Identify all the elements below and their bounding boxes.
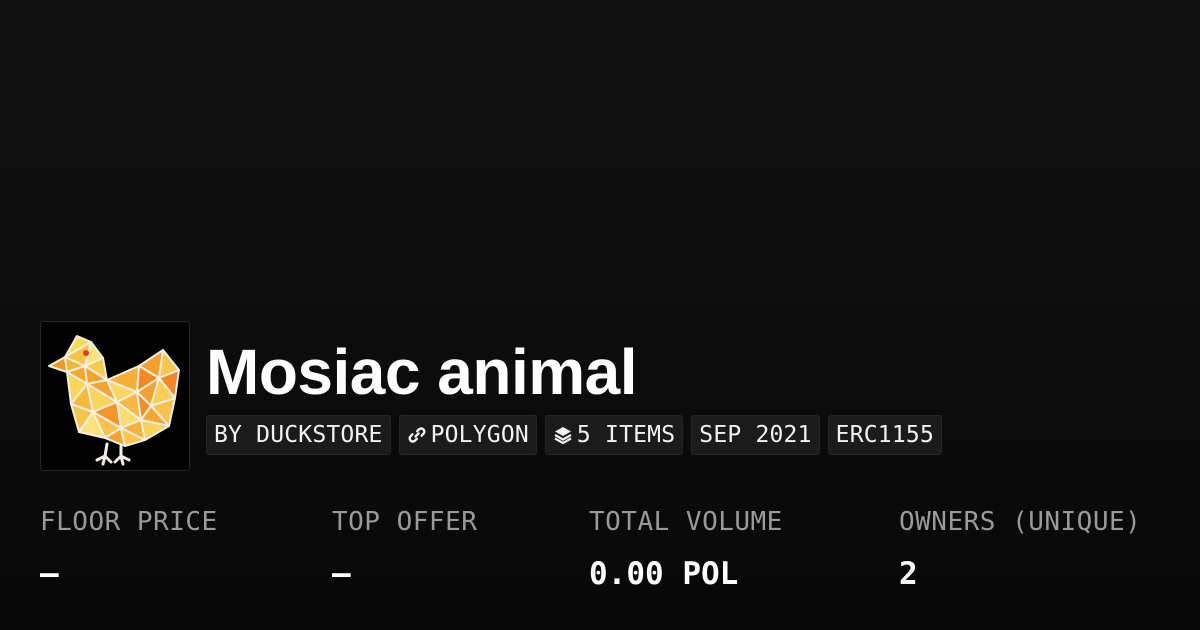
- chain-tag[interactable]: POLYGON: [398, 415, 537, 455]
- items-tag-label: 5 ITEMS: [576, 422, 676, 448]
- standard-tag-label: ERC1155: [835, 422, 934, 448]
- date-tag: SEP 2021: [691, 415, 820, 455]
- chain-tag-label: POLYGON: [430, 422, 529, 448]
- owners-stat: OWNERS (UNIQUE) 2: [899, 504, 1141, 594]
- items-tag[interactable]: 5 ITEMS: [544, 415, 684, 455]
- top-offer-stat: TOP OFFER –: [332, 504, 477, 594]
- floor-price-value: –: [40, 556, 59, 592]
- floor-price-label: FLOOR PRICE: [40, 507, 218, 537]
- layers-icon: [553, 425, 573, 445]
- owners-value: 2: [899, 556, 918, 592]
- top-offer-label: TOP OFFER: [332, 507, 478, 537]
- total-volume-label: TOTAL VOLUME: [589, 507, 783, 537]
- collection-tags: BY DUCKSTORE POLYGON 5 ITEMS SEP 2021 ER…: [206, 415, 942, 455]
- mosaic-chick-icon: [41, 322, 189, 470]
- floor-price-stat: FLOOR PRICE –: [40, 504, 218, 594]
- creator-tag[interactable]: BY DUCKSTORE: [206, 415, 391, 455]
- creator-tag-label: BY DUCKSTORE: [214, 422, 383, 448]
- collection-avatar: [40, 321, 190, 471]
- date-tag-label: SEP 2021: [699, 422, 812, 448]
- collection-title: Mosiac animal: [206, 336, 638, 408]
- total-volume-value: 0.00 POL: [589, 556, 739, 592]
- top-offer-value: –: [332, 556, 351, 592]
- total-volume-stat: TOTAL VOLUME 0.00 POL: [589, 504, 783, 594]
- owners-label: OWNERS (UNIQUE): [899, 507, 1142, 537]
- polygon-link-icon: [407, 425, 427, 445]
- standard-tag: ERC1155: [827, 415, 942, 455]
